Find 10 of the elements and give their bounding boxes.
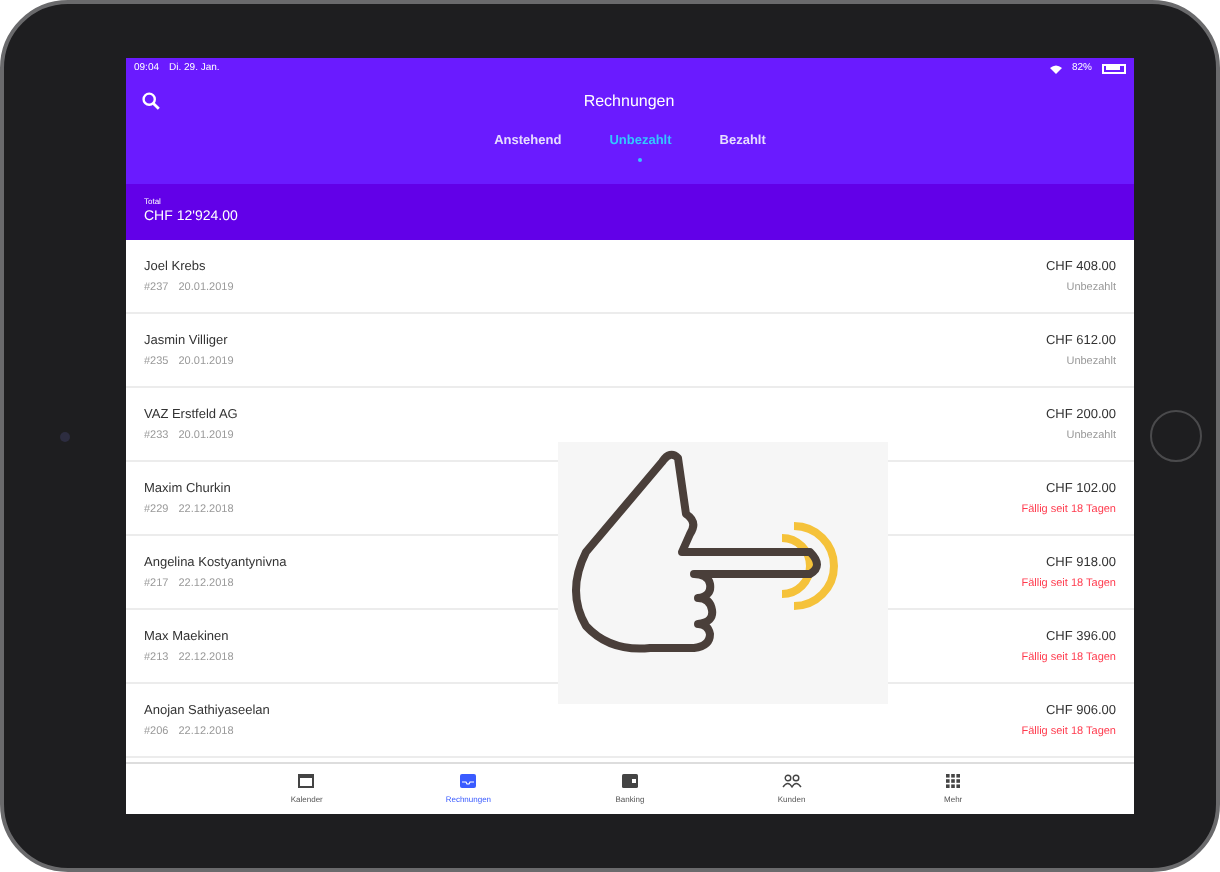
calendar-icon: [298, 774, 315, 788]
grid-icon: [946, 774, 961, 788]
inbox-icon: [460, 774, 477, 788]
camera-icon: [60, 431, 70, 441]
battery-icon: [1102, 63, 1126, 73]
screen-title: Rechnungen: [581, 91, 677, 109]
search-icon[interactable]: [142, 91, 160, 109]
people-icon: [781, 774, 802, 788]
wallet-icon: [621, 774, 638, 788]
wifi-icon: [1049, 63, 1062, 73]
